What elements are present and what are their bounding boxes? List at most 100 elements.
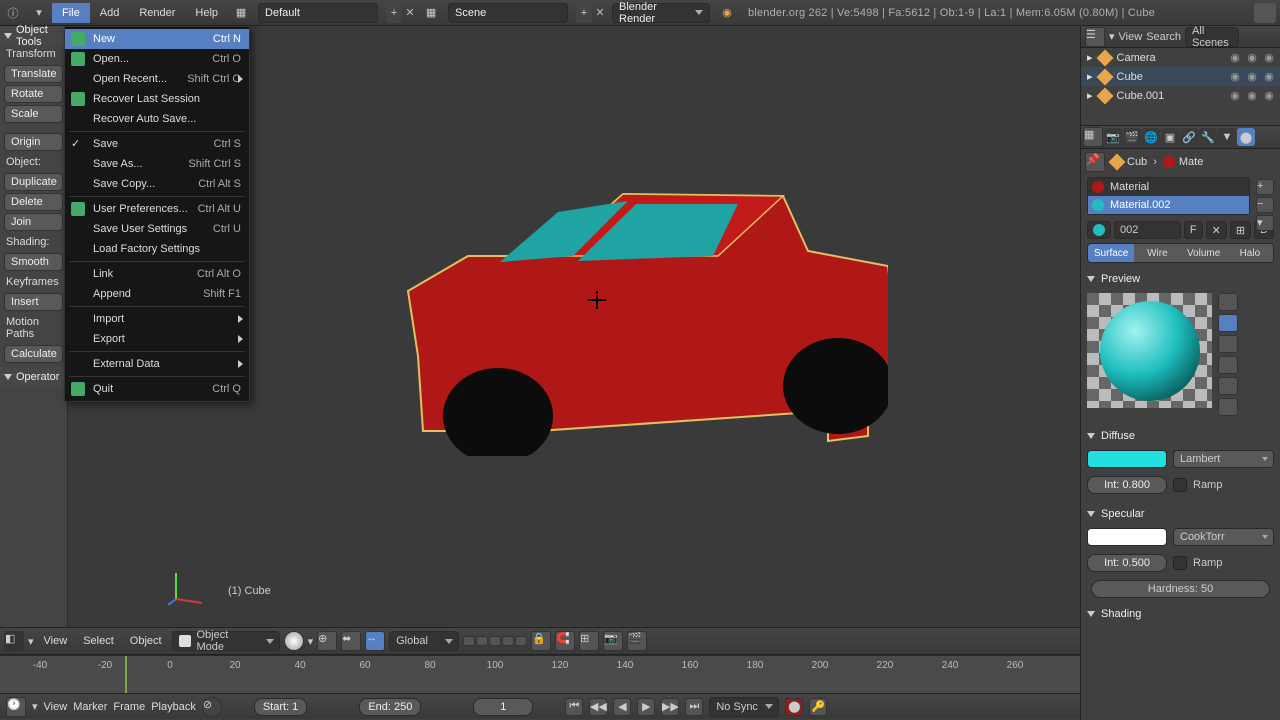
expand-icon[interactable]: ▸ — [1087, 51, 1093, 64]
pivot-icon[interactable]: ⊕ — [317, 631, 337, 651]
file-menu-item[interactable]: External Data — [65, 354, 249, 374]
delete-button[interactable]: Delete — [4, 193, 63, 211]
frame-menu[interactable]: Frame — [113, 701, 145, 713]
calculate-button[interactable]: Calculate — [4, 345, 63, 363]
menu-render[interactable]: Render — [129, 3, 185, 23]
file-menu-item[interactable]: Recover Auto Save... — [65, 109, 249, 129]
file-menu-item[interactable]: User Preferences...Ctrl Alt U — [65, 199, 249, 219]
pin-icon[interactable]: 📌 — [1085, 152, 1105, 172]
manipulator-toggle[interactable]: ⬌ — [341, 631, 361, 651]
editor-type-icon[interactable]: ▦ — [1083, 127, 1103, 147]
scene-tab-icon[interactable]: 🎬 — [1123, 128, 1141, 146]
end-frame-field[interactable]: End: 250 — [359, 698, 421, 716]
object-tab-icon[interactable]: ▣ — [1161, 128, 1179, 146]
file-menu-item[interactable]: ✓SaveCtrl S — [65, 134, 249, 154]
material-name-field[interactable]: 002 — [1114, 221, 1181, 239]
keyingset-icon[interactable]: 🔑 — [809, 698, 827, 716]
scene-field[interactable]: Scene — [448, 3, 568, 23]
playback-menu[interactable]: Playback — [151, 701, 196, 713]
eye-icon[interactable]: ◉ — [1228, 89, 1242, 103]
constraints-tab-icon[interactable]: 🔗 — [1180, 128, 1198, 146]
render-preview-icon[interactable]: 📷 — [603, 631, 623, 651]
file-menu-item[interactable]: Import — [65, 309, 249, 329]
volume-tab[interactable]: Volume — [1181, 244, 1227, 262]
editor-type-icon[interactable]: ⓘ — [2, 2, 24, 24]
diffuse-header[interactable]: Diffuse — [1081, 426, 1280, 446]
play-reverse-button[interactable]: ◀ — [613, 698, 631, 716]
autokey-button[interactable]: ⬤ — [785, 698, 803, 716]
outliner-item[interactable]: ▸Camera◉◉◉ — [1081, 48, 1280, 67]
view-menu[interactable]: View — [38, 635, 74, 647]
file-menu-item[interactable]: Save As...Shift Ctrl S — [65, 154, 249, 174]
menu-file[interactable]: File — [52, 3, 90, 23]
collapse-icon[interactable]: ▾ — [28, 635, 34, 648]
delete-scene-button[interactable]: ✕ — [592, 3, 608, 23]
next-keyframe-button[interactable]: ▶▶ — [661, 698, 679, 716]
specular-color-swatch[interactable] — [1087, 528, 1167, 546]
sky-preview-button[interactable] — [1218, 398, 1238, 416]
collapse-icon[interactable]: ▾ — [1109, 30, 1115, 43]
halo-tab[interactable]: Halo — [1227, 244, 1273, 262]
smooth-button[interactable]: Smooth — [4, 253, 63, 271]
add-slot-button[interactable]: + — [1256, 179, 1274, 195]
file-menu-item[interactable]: Export — [65, 329, 249, 349]
insert-keyframe-button[interactable]: Insert — [4, 293, 63, 311]
render-tab-icon[interactable]: 📷 — [1104, 128, 1122, 146]
surface-tab[interactable]: Surface — [1088, 244, 1134, 262]
outliner-item[interactable]: ▸Cube.001◉◉◉ — [1081, 86, 1280, 105]
monkey-preview-button[interactable] — [1218, 356, 1238, 374]
outliner-search-menu[interactable]: Search — [1146, 31, 1181, 43]
marker-menu[interactable]: Marker — [73, 701, 107, 713]
render-anim-icon[interactable]: 🎬 — [627, 631, 647, 651]
snap-toggle[interactable]: 🧲 — [555, 631, 575, 651]
scale-button[interactable]: Scale — [4, 105, 63, 123]
timeline-ruler[interactable]: -40-200204060801001201401601802002202402… — [0, 656, 1080, 694]
expand-icon[interactable]: ▸ — [1087, 70, 1093, 83]
screen-layout-field[interactable]: Default — [258, 3, 378, 23]
orientation-dropdown[interactable]: Global — [389, 631, 459, 651]
viewport-shading-button[interactable] — [284, 631, 304, 651]
view-menu[interactable]: View — [44, 701, 68, 713]
render-icon[interactable]: ◉ — [1262, 51, 1276, 65]
object-tools-header[interactable]: Object Tools — [0, 26, 67, 45]
current-frame-field[interactable]: 1 — [473, 698, 533, 716]
rotate-button[interactable]: Rotate — [4, 85, 63, 103]
specular-header[interactable]: Specular — [1081, 504, 1280, 524]
outliner-filter-dropdown[interactable]: All Scenes — [1185, 27, 1239, 47]
cursor-icon[interactable]: ◉ — [1245, 89, 1259, 103]
mode-dropdown[interactable]: Object Mode — [172, 631, 280, 651]
diffuse-color-swatch[interactable] — [1087, 450, 1167, 468]
timeline-cursor[interactable] — [125, 656, 127, 693]
crumb-object[interactable]: Cub — [1111, 156, 1147, 168]
material-browse-button[interactable] — [1087, 221, 1111, 239]
start-frame-field[interactable]: Start: 1 — [254, 698, 307, 716]
data-tab-icon[interactable]: ▼ — [1218, 128, 1236, 146]
specular-shader-dropdown[interactable]: CookTorr — [1173, 528, 1274, 546]
remove-slot-button[interactable]: − — [1256, 197, 1274, 213]
jump-end-button[interactable]: ⏭ — [685, 698, 703, 716]
render-icon[interactable]: ◉ — [1262, 70, 1276, 84]
file-menu-item[interactable]: Save User SettingsCtrl U — [65, 219, 249, 239]
add-layout-button[interactable]: + — [386, 3, 402, 23]
shading-header[interactable]: Shading — [1081, 604, 1280, 624]
menu-help[interactable]: Help — [185, 3, 228, 23]
flat-preview-button[interactable] — [1218, 293, 1238, 311]
cursor-icon[interactable]: ◉ — [1245, 70, 1259, 84]
jump-start-button[interactable]: ⏮ — [565, 698, 583, 716]
specular-intensity-field[interactable]: Int: 0.500 — [1087, 554, 1167, 572]
add-scene-button[interactable]: + — [576, 3, 592, 23]
sphere-preview-button[interactable] — [1218, 314, 1238, 332]
cube-preview-button[interactable] — [1218, 335, 1238, 353]
modifiers-tab-icon[interactable]: 🔧 — [1199, 128, 1217, 146]
diffuse-shader-dropdown[interactable]: Lambert — [1173, 450, 1274, 468]
expand-icon[interactable]: ▸ — [1087, 89, 1093, 102]
slot-menu-button[interactable]: ▾ — [1256, 215, 1274, 231]
preview-header[interactable]: Preview — [1081, 269, 1280, 289]
file-menu-item[interactable]: AppendShift F1 — [65, 284, 249, 304]
diffuse-intensity-field[interactable]: Int: 0.800 — [1087, 476, 1167, 494]
fake-user-button[interactable]: F — [1184, 221, 1203, 239]
duplicate-button[interactable]: Duplicate — [4, 173, 63, 191]
material-slot[interactable]: Material — [1088, 178, 1249, 196]
eye-icon[interactable]: ◉ — [1228, 51, 1242, 65]
play-button[interactable]: ▶ — [637, 698, 655, 716]
